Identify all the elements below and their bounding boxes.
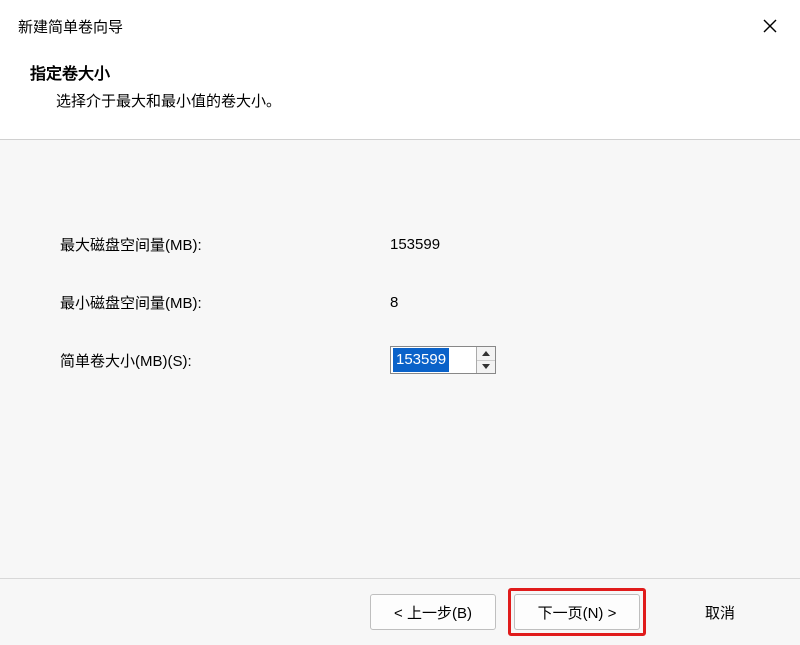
spinner-buttons — [476, 347, 495, 373]
next-button-label: 下一页(N) > — [538, 602, 617, 623]
back-button[interactable]: < 上一步(B) — [370, 594, 496, 630]
max-disk-value: 153599 — [390, 236, 440, 253]
page-title: 指定卷大小 — [30, 60, 782, 84]
spinner-down-button[interactable] — [477, 361, 495, 374]
wizard-header: 指定卷大小 选择介于最大和最小值的卷大小。 — [0, 46, 800, 139]
volume-size-input[interactable]: 153599 — [391, 347, 476, 373]
min-disk-row: 最小磁盘空间量(MB): 8 — [60, 288, 800, 316]
min-disk-value: 8 — [390, 294, 398, 311]
chevron-down-icon — [482, 364, 490, 369]
spinner-up-button[interactable] — [477, 347, 495, 361]
wizard-footer: < 上一步(B) 下一页(N) > 取消 — [0, 579, 800, 645]
chevron-up-icon — [482, 351, 490, 356]
volume-size-row: 简单卷大小(MB)(S): 153599 — [60, 346, 800, 374]
page-subtitle: 选择介于最大和最小值的卷大小。 — [56, 90, 782, 111]
wizard-body: 最大磁盘空间量(MB): 153599 最小磁盘空间量(MB): 8 简单卷大小… — [0, 140, 800, 578]
window-title: 新建简单卷向导 — [18, 16, 123, 37]
cancel-button[interactable]: 取消 — [658, 595, 782, 629]
title-bar: 新建简单卷向导 — [0, 0, 800, 46]
back-button-label: < 上一步(B) — [394, 602, 472, 623]
max-disk-label: 最大磁盘空间量(MB): — [60, 234, 390, 255]
close-icon — [763, 19, 777, 33]
cancel-button-label: 取消 — [705, 602, 735, 623]
volume-size-label: 简单卷大小(MB)(S): — [60, 350, 390, 371]
volume-size-value: 153599 — [393, 348, 449, 372]
next-button[interactable]: 下一页(N) > — [514, 594, 640, 630]
next-button-highlight: 下一页(N) > — [508, 588, 646, 636]
min-disk-label: 最小磁盘空间量(MB): — [60, 292, 390, 313]
max-disk-row: 最大磁盘空间量(MB): 153599 — [60, 230, 800, 258]
close-button[interactable] — [750, 10, 790, 42]
volume-size-spinner[interactable]: 153599 — [390, 346, 496, 374]
wizard-window: 新建简单卷向导 指定卷大小 选择介于最大和最小值的卷大小。 最大磁盘空间量(MB… — [0, 0, 800, 645]
